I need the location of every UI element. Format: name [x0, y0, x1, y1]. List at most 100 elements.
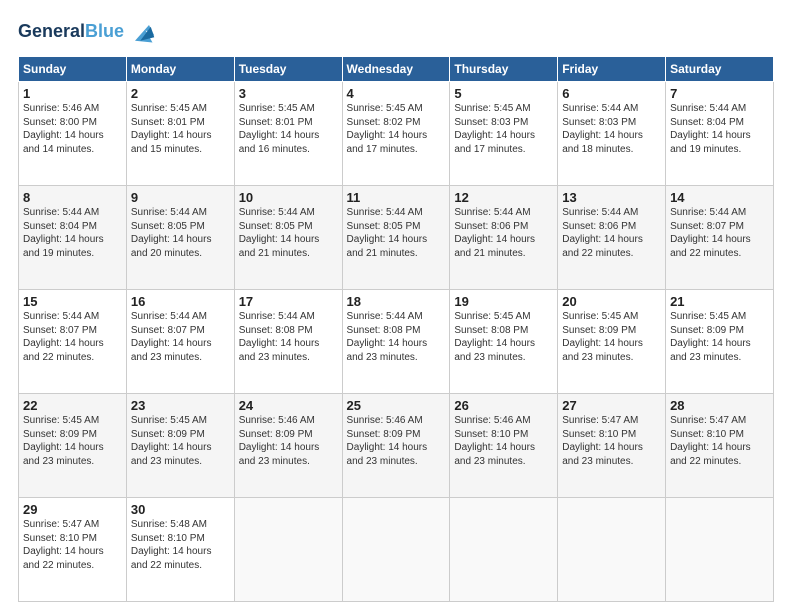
calendar-cell: 6 Sunrise: 5:44 AM Sunset: 8:03 PM Dayli… [558, 82, 666, 186]
day-info: Sunrise: 5:44 AM Sunset: 8:04 PM Dayligh… [670, 102, 769, 156]
calendar-cell: 25 Sunrise: 5:46 AM Sunset: 8:09 PM Dayl… [342, 394, 450, 498]
day-number: 14 [670, 190, 769, 205]
calendar-cell: 10 Sunrise: 5:44 AM Sunset: 8:05 PM Dayl… [234, 186, 342, 290]
calendar-cell: 28 Sunrise: 5:47 AM Sunset: 8:10 PM Dayl… [666, 394, 774, 498]
sunset-label: Sunset: 8:08 PM [347, 325, 421, 336]
day-number: 24 [239, 398, 338, 413]
sunset-label: Sunset: 8:09 PM [347, 429, 421, 440]
daylight-label: Daylight: 14 hours and 23 minutes. [670, 338, 751, 363]
day-info: Sunrise: 5:44 AM Sunset: 8:05 PM Dayligh… [131, 206, 230, 260]
calendar-cell: 24 Sunrise: 5:46 AM Sunset: 8:09 PM Dayl… [234, 394, 342, 498]
day-number: 25 [347, 398, 446, 413]
calendar-cell [450, 498, 558, 602]
sunset-label: Sunset: 8:09 PM [239, 429, 313, 440]
daylight-label: Daylight: 14 hours and 23 minutes. [454, 338, 535, 363]
daylight-label: Daylight: 14 hours and 17 minutes. [347, 130, 428, 155]
calendar-cell: 1 Sunrise: 5:46 AM Sunset: 8:00 PM Dayli… [19, 82, 127, 186]
day-info: Sunrise: 5:45 AM Sunset: 8:09 PM Dayligh… [670, 310, 769, 364]
calendar-cell [666, 498, 774, 602]
sunrise-label: Sunrise: 5:45 AM [670, 311, 746, 322]
day-number: 12 [454, 190, 553, 205]
page: GeneralBlue SundayMondayTuesdayWednesday… [0, 0, 792, 612]
daylight-label: Daylight: 14 hours and 19 minutes. [670, 130, 751, 155]
daylight-label: Daylight: 14 hours and 21 minutes. [454, 234, 535, 259]
sunset-label: Sunset: 8:10 PM [131, 533, 205, 544]
sunrise-label: Sunrise: 5:44 AM [131, 311, 207, 322]
sunset-label: Sunset: 8:07 PM [23, 325, 97, 336]
day-info: Sunrise: 5:44 AM Sunset: 8:05 PM Dayligh… [239, 206, 338, 260]
sunrise-label: Sunrise: 5:45 AM [562, 311, 638, 322]
daylight-label: Daylight: 14 hours and 22 minutes. [670, 442, 751, 467]
day-number: 20 [562, 294, 661, 309]
sunrise-label: Sunrise: 5:47 AM [562, 415, 638, 426]
day-info: Sunrise: 5:45 AM Sunset: 8:09 PM Dayligh… [131, 414, 230, 468]
sunset-label: Sunset: 8:09 PM [562, 325, 636, 336]
calendar-cell: 22 Sunrise: 5:45 AM Sunset: 8:09 PM Dayl… [19, 394, 127, 498]
calendar-cell: 14 Sunrise: 5:44 AM Sunset: 8:07 PM Dayl… [666, 186, 774, 290]
sunset-label: Sunset: 8:00 PM [23, 117, 97, 128]
day-number: 11 [347, 190, 446, 205]
sunrise-label: Sunrise: 5:44 AM [454, 207, 530, 218]
sunset-label: Sunset: 8:07 PM [131, 325, 205, 336]
sunrise-label: Sunrise: 5:46 AM [454, 415, 530, 426]
day-number: 5 [454, 86, 553, 101]
day-number: 6 [562, 86, 661, 101]
daylight-label: Daylight: 14 hours and 23 minutes. [347, 442, 428, 467]
day-number: 23 [131, 398, 230, 413]
weekday-header: Saturday [666, 57, 774, 82]
day-info: Sunrise: 5:44 AM Sunset: 8:07 PM Dayligh… [131, 310, 230, 364]
day-info: Sunrise: 5:46 AM Sunset: 8:10 PM Dayligh… [454, 414, 553, 468]
sunrise-label: Sunrise: 5:45 AM [23, 415, 99, 426]
calendar-cell: 8 Sunrise: 5:44 AM Sunset: 8:04 PM Dayli… [19, 186, 127, 290]
day-info: Sunrise: 5:44 AM Sunset: 8:07 PM Dayligh… [670, 206, 769, 260]
weekday-header: Thursday [450, 57, 558, 82]
calendar-cell: 7 Sunrise: 5:44 AM Sunset: 8:04 PM Dayli… [666, 82, 774, 186]
sunset-label: Sunset: 8:07 PM [670, 221, 744, 232]
day-info: Sunrise: 5:47 AM Sunset: 8:10 PM Dayligh… [670, 414, 769, 468]
daylight-label: Daylight: 14 hours and 23 minutes. [23, 442, 104, 467]
day-info: Sunrise: 5:46 AM Sunset: 8:00 PM Dayligh… [23, 102, 122, 156]
sunset-label: Sunset: 8:10 PM [670, 429, 744, 440]
sunrise-label: Sunrise: 5:47 AM [670, 415, 746, 426]
calendar-cell: 26 Sunrise: 5:46 AM Sunset: 8:10 PM Dayl… [450, 394, 558, 498]
calendar-table: SundayMondayTuesdayWednesdayThursdayFrid… [18, 56, 774, 602]
daylight-label: Daylight: 14 hours and 14 minutes. [23, 130, 104, 155]
day-info: Sunrise: 5:44 AM Sunset: 8:08 PM Dayligh… [347, 310, 446, 364]
day-info: Sunrise: 5:45 AM Sunset: 8:02 PM Dayligh… [347, 102, 446, 156]
daylight-label: Daylight: 14 hours and 21 minutes. [239, 234, 320, 259]
sunrise-label: Sunrise: 5:46 AM [23, 103, 99, 114]
daylight-label: Daylight: 14 hours and 19 minutes. [23, 234, 104, 259]
sunset-label: Sunset: 8:03 PM [562, 117, 636, 128]
sunrise-label: Sunrise: 5:44 AM [239, 207, 315, 218]
day-info: Sunrise: 5:46 AM Sunset: 8:09 PM Dayligh… [347, 414, 446, 468]
day-number: 1 [23, 86, 122, 101]
daylight-label: Daylight: 14 hours and 23 minutes. [454, 442, 535, 467]
daylight-label: Daylight: 14 hours and 23 minutes. [131, 442, 212, 467]
sunrise-label: Sunrise: 5:45 AM [131, 103, 207, 114]
calendar-cell: 12 Sunrise: 5:44 AM Sunset: 8:06 PM Dayl… [450, 186, 558, 290]
day-info: Sunrise: 5:45 AM Sunset: 8:03 PM Dayligh… [454, 102, 553, 156]
day-info: Sunrise: 5:44 AM Sunset: 8:08 PM Dayligh… [239, 310, 338, 364]
calendar-cell: 30 Sunrise: 5:48 AM Sunset: 8:10 PM Dayl… [126, 498, 234, 602]
weekday-header: Wednesday [342, 57, 450, 82]
sunset-label: Sunset: 8:04 PM [23, 221, 97, 232]
sunrise-label: Sunrise: 5:44 AM [562, 103, 638, 114]
weekday-header: Sunday [19, 57, 127, 82]
logo-text: GeneralBlue [18, 22, 124, 42]
daylight-label: Daylight: 14 hours and 23 minutes. [562, 338, 643, 363]
calendar-cell: 11 Sunrise: 5:44 AM Sunset: 8:05 PM Dayl… [342, 186, 450, 290]
calendar-cell: 4 Sunrise: 5:45 AM Sunset: 8:02 PM Dayli… [342, 82, 450, 186]
day-info: Sunrise: 5:44 AM Sunset: 8:06 PM Dayligh… [454, 206, 553, 260]
daylight-label: Daylight: 14 hours and 22 minutes. [131, 546, 212, 571]
sunrise-label: Sunrise: 5:47 AM [23, 519, 99, 530]
calendar-header: SundayMondayTuesdayWednesdayThursdayFrid… [19, 57, 774, 82]
day-info: Sunrise: 5:45 AM Sunset: 8:01 PM Dayligh… [131, 102, 230, 156]
daylight-label: Daylight: 14 hours and 15 minutes. [131, 130, 212, 155]
day-info: Sunrise: 5:45 AM Sunset: 8:01 PM Dayligh… [239, 102, 338, 156]
day-number: 29 [23, 502, 122, 517]
day-number: 3 [239, 86, 338, 101]
day-number: 7 [670, 86, 769, 101]
weekday-header: Friday [558, 57, 666, 82]
sunset-label: Sunset: 8:01 PM [239, 117, 313, 128]
sunrise-label: Sunrise: 5:44 AM [670, 207, 746, 218]
